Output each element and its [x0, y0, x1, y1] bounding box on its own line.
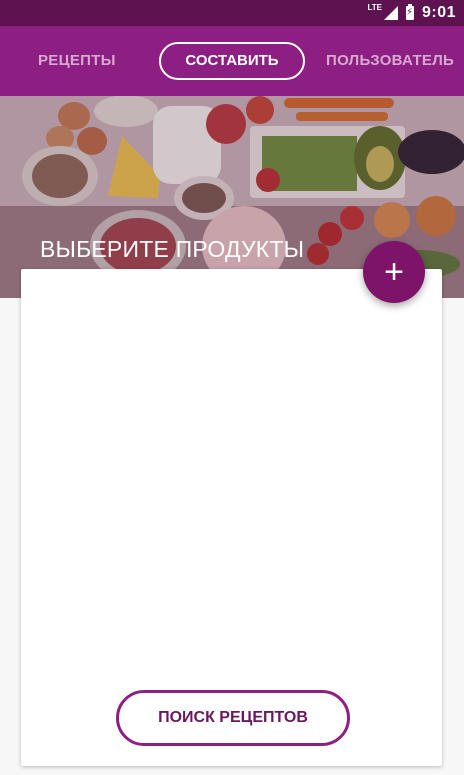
lte-indicator: LTE — [367, 2, 382, 12]
hero-title: ВЫБЕРИТЕ ПРОДУКТЫ — [40, 236, 305, 262]
status-right: LTE 9:01 — [367, 0, 456, 26]
status-time: 9:01 — [421, 4, 456, 21]
tab-recipes[interactable]: РЕЦЕПТЫ — [38, 26, 116, 96]
battery-charging-icon — [405, 4, 414, 20]
search-recipes-button[interactable]: ПОИСК РЕЦЕПТОВ — [116, 690, 350, 746]
signal-icon — [383, 6, 398, 20]
status-bar: LTE 9:01 — [0, 0, 464, 26]
plus-icon: + — [384, 253, 404, 291]
tab-user[interactable]: ПОЛЬЗОВАТЕЛЬ — [326, 26, 454, 96]
add-product-button[interactable]: + — [363, 241, 425, 303]
tab-bar: РЕЦЕПТЫ СОСТАВИТЬ ПОЛЬЗОВАТЕЛЬ — [0, 26, 464, 96]
tab-compose[interactable]: СОСТАВИТЬ — [159, 42, 305, 80]
